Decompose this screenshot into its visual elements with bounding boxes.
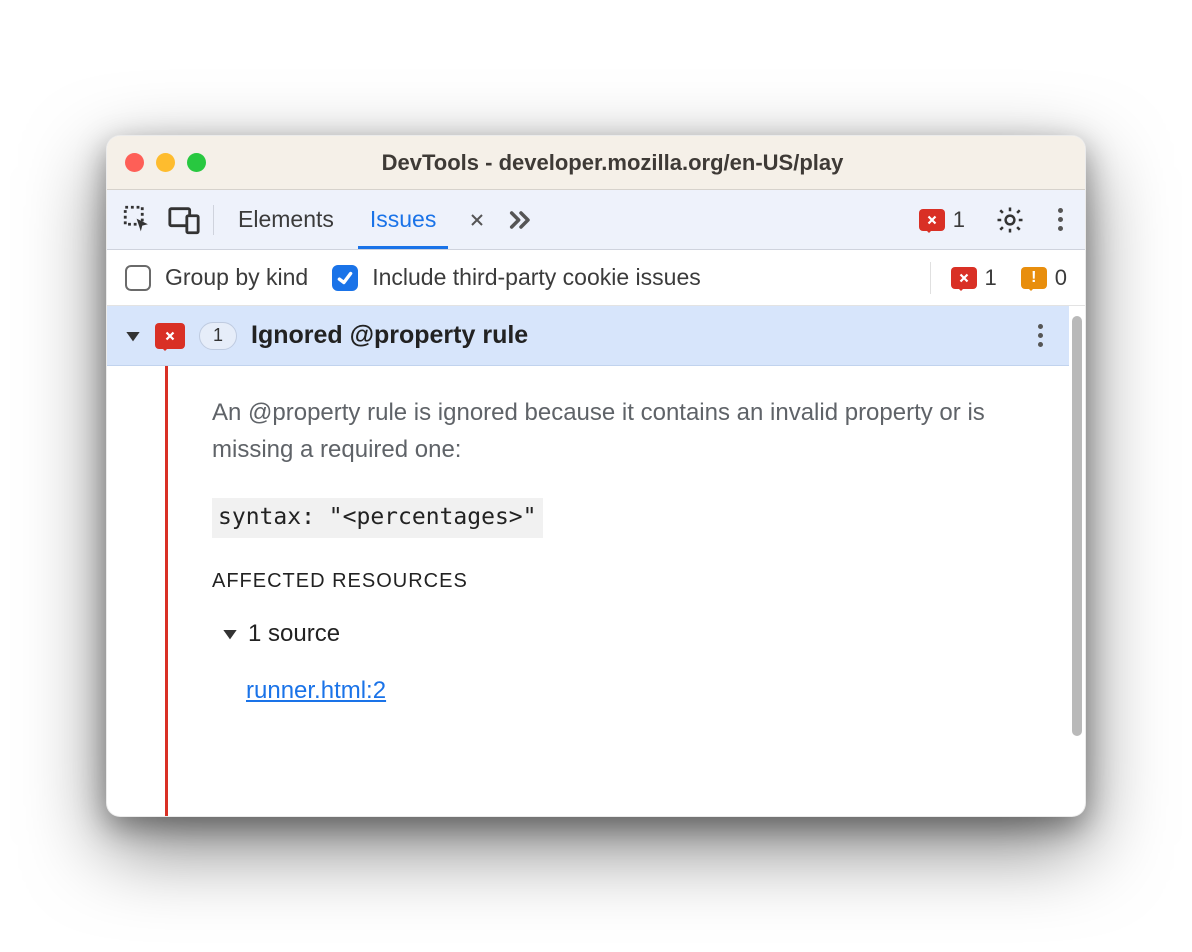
issue-more-menu-icon[interactable] bbox=[1029, 324, 1051, 347]
more-menu-icon[interactable] bbox=[1049, 208, 1071, 231]
error-count: 1 bbox=[953, 207, 965, 233]
more-tabs-icon[interactable] bbox=[504, 203, 538, 237]
issue-body: An @property rule is ignored because it … bbox=[107, 366, 1069, 816]
warning-icon: ! bbox=[1021, 267, 1047, 289]
issues-filter-bar: Group by kind Include third-party cookie… bbox=[107, 250, 1085, 306]
zoom-window-button[interactable] bbox=[187, 153, 206, 172]
issues-main: 1 Ignored @property rule An @property ru… bbox=[107, 306, 1069, 816]
issue-count-pill: 1 bbox=[199, 322, 237, 350]
filter-warning-badge[interactable]: ! 0 bbox=[1021, 265, 1067, 291]
group-by-kind-checkbox[interactable] bbox=[125, 265, 151, 291]
device-toggle-icon[interactable] bbox=[167, 203, 201, 237]
tab-elements-label: Elements bbox=[238, 206, 334, 233]
disclosure-triangle-icon bbox=[222, 626, 238, 642]
settings-gear-icon[interactable] bbox=[993, 203, 1027, 237]
filter-warning-count: 0 bbox=[1055, 265, 1067, 291]
scroll-thumb[interactable] bbox=[1072, 316, 1082, 736]
source-disclosure-row[interactable]: 1 source bbox=[222, 615, 1041, 652]
group-by-kind-label: Group by kind bbox=[165, 264, 308, 291]
tab-elements[interactable]: Elements bbox=[226, 190, 346, 249]
inspect-icon[interactable] bbox=[121, 203, 155, 237]
issues-content: 1 Ignored @property rule An @property ru… bbox=[107, 306, 1085, 816]
window-title: DevTools - developer.mozilla.org/en-US/p… bbox=[248, 150, 1067, 176]
window-titlebar: DevTools - developer.mozilla.org/en-US/p… bbox=[107, 136, 1085, 190]
divider bbox=[213, 205, 214, 235]
include-thirdparty-checkbox[interactable] bbox=[332, 265, 358, 291]
include-thirdparty-label: Include third-party cookie issues bbox=[372, 264, 701, 291]
close-tab-icon[interactable] bbox=[466, 209, 488, 231]
filter-error-badge[interactable]: 1 bbox=[951, 265, 997, 291]
issue-description: An @property rule is ignored because it … bbox=[212, 394, 1041, 468]
error-icon bbox=[919, 209, 945, 231]
minimize-window-button[interactable] bbox=[156, 153, 175, 172]
devtools-window: DevTools - developer.mozilla.org/en-US/p… bbox=[106, 135, 1086, 817]
disclosure-triangle-icon[interactable] bbox=[125, 328, 141, 344]
error-count-badge[interactable]: 1 bbox=[919, 207, 965, 233]
vertical-scrollbar[interactable] bbox=[1069, 306, 1085, 816]
issue-header-row[interactable]: 1 Ignored @property rule bbox=[107, 306, 1069, 366]
divider bbox=[930, 262, 931, 294]
source-link[interactable]: runner.html:2 bbox=[246, 677, 386, 704]
close-window-button[interactable] bbox=[125, 153, 144, 172]
error-icon bbox=[951, 267, 977, 289]
issue-title: Ignored @property rule bbox=[251, 321, 1015, 350]
error-icon bbox=[155, 323, 185, 349]
tab-issues-label: Issues bbox=[370, 206, 436, 233]
devtools-tabstrip: Elements Issues 1 bbox=[107, 190, 1085, 250]
issue-code-snippet: syntax: "<percentages>" bbox=[212, 498, 543, 538]
tab-issues[interactable]: Issues bbox=[358, 190, 448, 249]
affected-resources-heading: AFFECTED RESOURCES bbox=[212, 566, 1041, 597]
filter-error-count: 1 bbox=[985, 265, 997, 291]
source-count-label: 1 source bbox=[248, 615, 340, 652]
window-traffic-lights bbox=[125, 153, 236, 172]
